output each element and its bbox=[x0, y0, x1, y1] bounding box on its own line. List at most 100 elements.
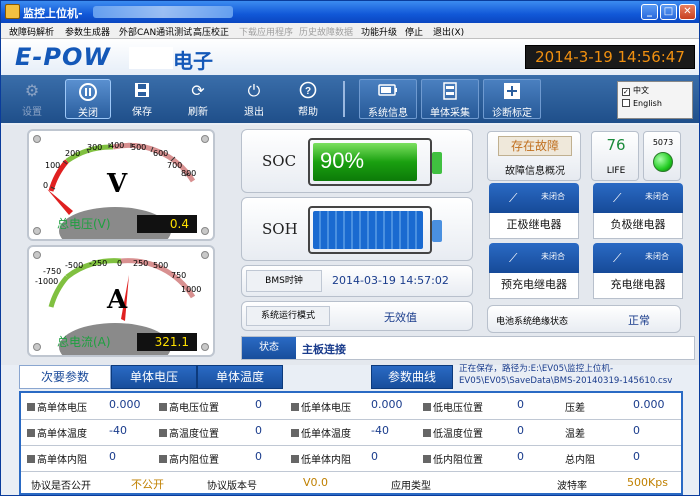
param-label-text: 高内阻位置 bbox=[169, 455, 219, 466]
param-value: 0 bbox=[633, 424, 640, 437]
refresh-icon: ⟳ bbox=[191, 81, 205, 100]
soc-card: SOC 90% bbox=[241, 129, 473, 193]
bms-clock-value: 2014-03-19 14:57:02 bbox=[332, 274, 449, 287]
param-label-text: 高温度位置 bbox=[169, 429, 219, 440]
checkbox-icon bbox=[622, 99, 630, 107]
cell-icon bbox=[440, 82, 460, 102]
pause-icon bbox=[78, 82, 98, 102]
lang-en-option[interactable]: English bbox=[622, 99, 692, 108]
param-label: 高温度位置 bbox=[159, 425, 219, 440]
param-label-text: 压差 bbox=[565, 403, 585, 414]
tab-param-curve[interactable]: 参数曲线 bbox=[371, 365, 453, 389]
voltage-unit-letter: V bbox=[107, 169, 128, 199]
param-label: 低单体温度 bbox=[291, 425, 351, 440]
tab-cell-voltage[interactable]: 单体电压 bbox=[111, 365, 197, 389]
param-label-text: 低单体温度 bbox=[301, 429, 351, 440]
brand-logo-suffix: 电子 bbox=[173, 49, 213, 73]
fault-state: 存在故障 bbox=[498, 136, 572, 156]
voltage-value: 0.4 bbox=[137, 215, 197, 233]
menu-bar: 故障码解析 参数生成器 外部CAN通讯测试 高压校正 下载应用程序 历史故障数据… bbox=[1, 23, 699, 39]
menu-item-history-fault[interactable]: 历史故障数据 bbox=[299, 25, 353, 38]
param-label: 低单体电压 bbox=[291, 399, 351, 414]
menu-item-exit[interactable]: 退出(X) bbox=[433, 25, 464, 38]
param-value: 0 bbox=[255, 398, 262, 411]
tick-label: 750 bbox=[171, 271, 187, 280]
tick-label: 500 bbox=[153, 261, 169, 270]
relay-negative[interactable]: ⟋ 未闭合 负极继电器 bbox=[593, 183, 683, 239]
run-mode-value: 无效值 bbox=[384, 311, 417, 324]
param-label-text: 低电压位置 bbox=[433, 403, 483, 414]
param-value: 0 bbox=[371, 450, 378, 463]
help-button[interactable]: ? 帮助 bbox=[285, 79, 331, 119]
title-bar[interactable]: 监控上位机- _ □ ✕ bbox=[1, 1, 699, 23]
param-label: 高单体温度 bbox=[27, 425, 87, 440]
soh-fill bbox=[313, 211, 423, 249]
lang-zh-option[interactable]: ✓ 中文 bbox=[622, 85, 692, 96]
fault-box[interactable]: 存在故障 故障信息概况 bbox=[487, 131, 581, 181]
toolbar: ⚙ 设置 关闭 保存 ⟳ 刷新 ⏻ 退出 ? 帮助 系统信息 单体采集 诊断标定… bbox=[1, 75, 699, 123]
cell-collect-button[interactable]: 单体采集 bbox=[421, 79, 479, 119]
system-info-button[interactable]: 系统信息 bbox=[359, 79, 417, 119]
menu-item-download-app[interactable]: 下载应用程序 bbox=[239, 25, 293, 38]
bms-clock-label: BMS时钟 bbox=[246, 270, 322, 292]
tick-label: 800 bbox=[181, 169, 197, 178]
param-label: 低温度位置 bbox=[423, 425, 483, 440]
run-mode-row: 系统运行模式 无效值 bbox=[241, 301, 473, 331]
soh-card: SOH bbox=[241, 197, 473, 261]
soh-battery bbox=[308, 206, 442, 254]
redacted-title-segment bbox=[93, 6, 233, 18]
relay-state: 未闭合 bbox=[541, 192, 565, 201]
status-label: 状态 bbox=[242, 337, 296, 359]
bullet-square-icon bbox=[423, 455, 431, 463]
menu-item-upgrade[interactable]: 功能升级 bbox=[361, 25, 397, 38]
param-label-text: 高电压位置 bbox=[169, 403, 219, 414]
switch-open-icon: ⟋ bbox=[613, 191, 622, 205]
param-label: 高单体电压 bbox=[27, 399, 87, 414]
param-value: 0.000 bbox=[109, 398, 141, 411]
tab-cell-temperature[interactable]: 单体温度 bbox=[197, 365, 283, 389]
app-icon bbox=[5, 4, 20, 19]
menu-item-hv-calibration[interactable]: 高压校正 bbox=[193, 25, 229, 38]
settings-button[interactable]: ⚙ 设置 bbox=[9, 79, 55, 119]
param-label-text: 高单体电压 bbox=[37, 403, 87, 414]
save-icon bbox=[132, 81, 152, 101]
tick-label: -1000 bbox=[35, 277, 59, 286]
save-button[interactable]: 保存 bbox=[119, 79, 165, 119]
relay-precharge[interactable]: ⟋ 未闭合 预充电继电器 bbox=[489, 243, 579, 299]
relay-name: 预充电继电器 bbox=[489, 273, 579, 299]
current-gauge: -1000 -750 -500 -250 0 250 500 750 1000 … bbox=[27, 245, 215, 357]
tick-label: 400 bbox=[109, 141, 125, 150]
tick-label: 500 bbox=[131, 143, 147, 152]
soc-battery: 90% bbox=[308, 138, 442, 186]
relay-name: 正极继电器 bbox=[489, 213, 579, 239]
life-value: 76 bbox=[606, 136, 626, 154]
close-connection-button[interactable]: 关闭 bbox=[65, 79, 111, 119]
tick-label: 1000 bbox=[181, 285, 202, 294]
relay-state: 未闭合 bbox=[541, 252, 565, 261]
param-label-text: 低内阻位置 bbox=[433, 455, 483, 466]
param-label: 温差 bbox=[565, 425, 585, 440]
relay-positive[interactable]: ⟋ 未闭合 正极继电器 bbox=[489, 183, 579, 239]
param-label: 高单体内阻 bbox=[27, 451, 87, 466]
maximize-button[interactable]: □ bbox=[660, 4, 677, 20]
refresh-button[interactable]: ⟳ 刷新 bbox=[175, 79, 221, 119]
menu-item-stop[interactable]: 停止 bbox=[405, 25, 423, 38]
footer-value: V0.0 bbox=[303, 476, 329, 489]
window-title: 监控上位机- bbox=[23, 7, 83, 20]
menu-item-fault-code[interactable]: 故障码解析 bbox=[9, 25, 54, 38]
relay-charge[interactable]: ⟋ 未闭合 充电继电器 bbox=[593, 243, 683, 299]
minimize-button[interactable]: _ bbox=[641, 4, 658, 20]
param-value: 0 bbox=[633, 450, 640, 463]
diag-calibration-button[interactable]: 诊断标定 bbox=[483, 79, 541, 119]
exit-button[interactable]: ⏻ 退出 bbox=[231, 79, 277, 119]
param-value: -40 bbox=[109, 424, 127, 437]
tab-bar: 次要参数 单体电压 单体温度 参数曲线 bbox=[19, 365, 459, 391]
status-value: 主板连接 bbox=[302, 343, 346, 356]
tab-secondary-params[interactable]: 次要参数 bbox=[19, 365, 111, 389]
gear-icon: ⚙ bbox=[24, 81, 40, 100]
close-window-button[interactable]: ✕ bbox=[679, 4, 696, 20]
menu-item-can-test[interactable]: 外部CAN通讯测试 bbox=[119, 25, 192, 38]
param-label: 低单体内阻 bbox=[291, 451, 351, 466]
param-value: -40 bbox=[371, 424, 389, 437]
menu-item-param-generator[interactable]: 参数生成器 bbox=[65, 25, 110, 38]
